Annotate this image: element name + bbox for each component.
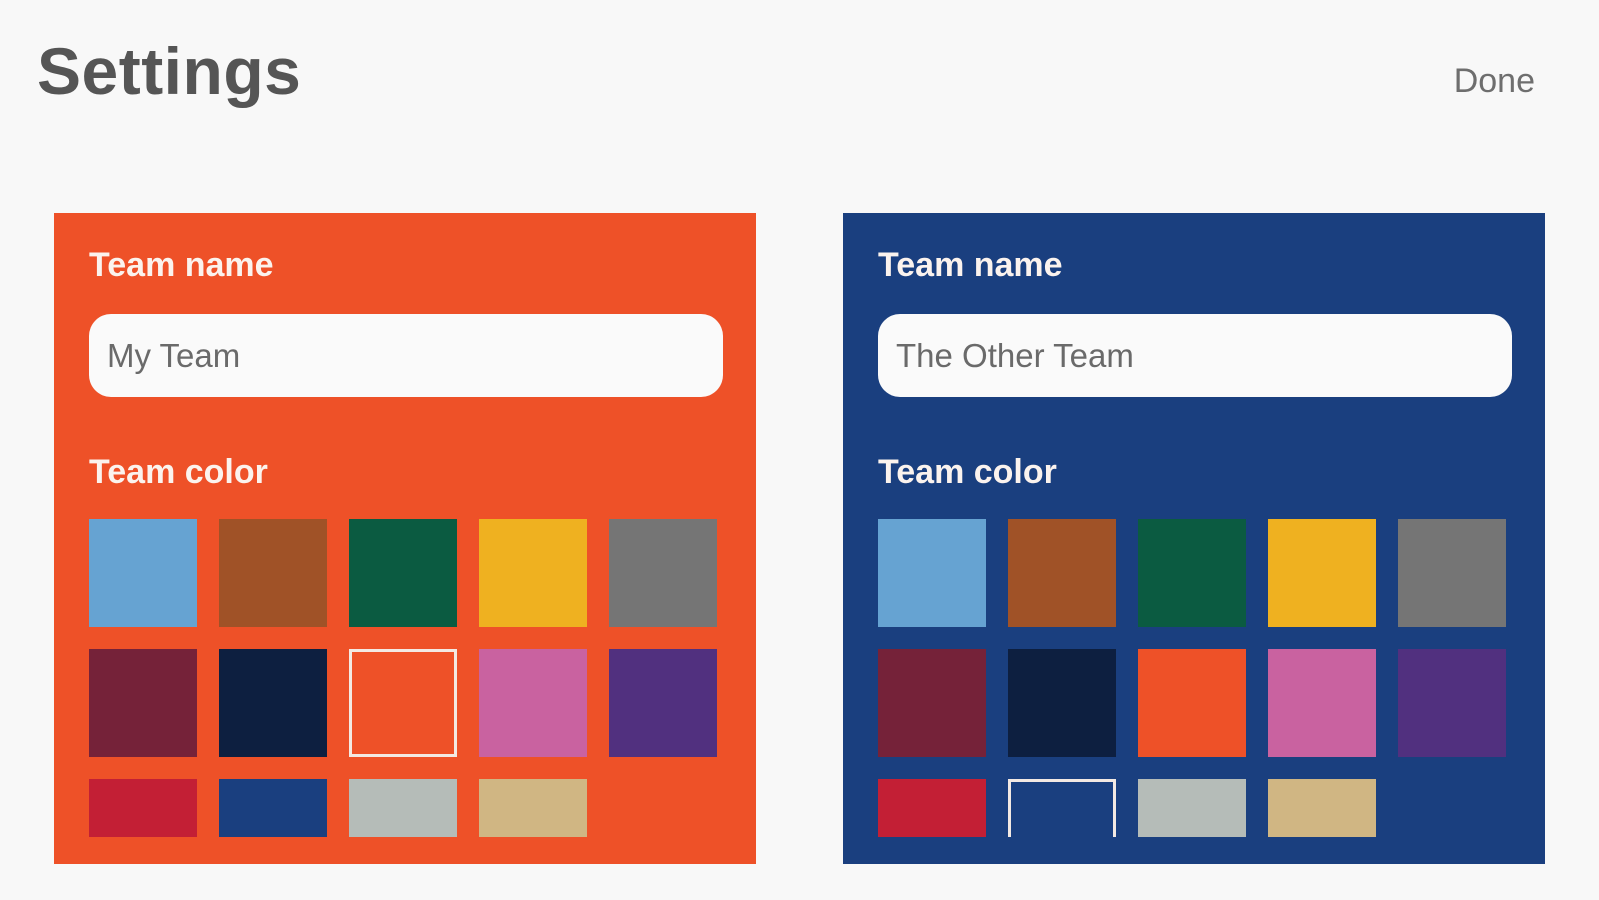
color-swatch-selected[interactable]	[1008, 779, 1116, 837]
color-swatch[interactable]	[1008, 649, 1116, 757]
color-swatch[interactable]	[349, 519, 457, 627]
team-color-grid	[89, 519, 721, 837]
color-swatch-selected[interactable]	[349, 649, 457, 757]
color-swatch[interactable]	[1138, 649, 1246, 757]
color-swatch[interactable]	[219, 519, 327, 627]
color-swatch[interactable]	[349, 779, 457, 837]
color-swatch[interactable]	[878, 519, 986, 627]
color-swatch[interactable]	[479, 649, 587, 757]
color-swatch[interactable]	[1268, 779, 1376, 837]
team-color-label: Team color	[89, 453, 268, 491]
page-title: Settings	[37, 34, 302, 108]
color-swatch[interactable]	[1268, 519, 1376, 627]
color-swatch[interactable]	[1138, 779, 1246, 837]
settings-screen: Settings Done Team name Team color Team …	[0, 0, 1599, 900]
color-swatch[interactable]	[1398, 649, 1506, 757]
color-swatch[interactable]	[479, 519, 587, 627]
done-button[interactable]: Done	[1454, 62, 1535, 101]
color-swatch[interactable]	[878, 649, 986, 757]
color-swatch[interactable]	[1138, 519, 1246, 627]
team-color-grid	[878, 519, 1510, 837]
color-swatch[interactable]	[878, 779, 986, 837]
color-swatch[interactable]	[89, 519, 197, 627]
team-card-my-team: Team name Team color	[54, 213, 756, 864]
color-swatch[interactable]	[89, 649, 197, 757]
team-name-input[interactable]	[89, 314, 723, 397]
color-swatch[interactable]	[1268, 649, 1376, 757]
team-name-input[interactable]	[878, 314, 1512, 397]
team-name-label: Team name	[878, 246, 1063, 284]
team-card-other-team: Team name Team color	[843, 213, 1545, 864]
color-swatch[interactable]	[1398, 519, 1506, 627]
color-swatch[interactable]	[1008, 519, 1116, 627]
color-swatch[interactable]	[479, 779, 587, 837]
color-swatch[interactable]	[219, 779, 327, 837]
team-color-label: Team color	[878, 453, 1057, 491]
team-name-label: Team name	[89, 246, 274, 284]
color-swatch[interactable]	[219, 649, 327, 757]
color-swatch[interactable]	[89, 779, 197, 837]
color-swatch[interactable]	[609, 519, 717, 627]
color-swatch[interactable]	[609, 649, 717, 757]
